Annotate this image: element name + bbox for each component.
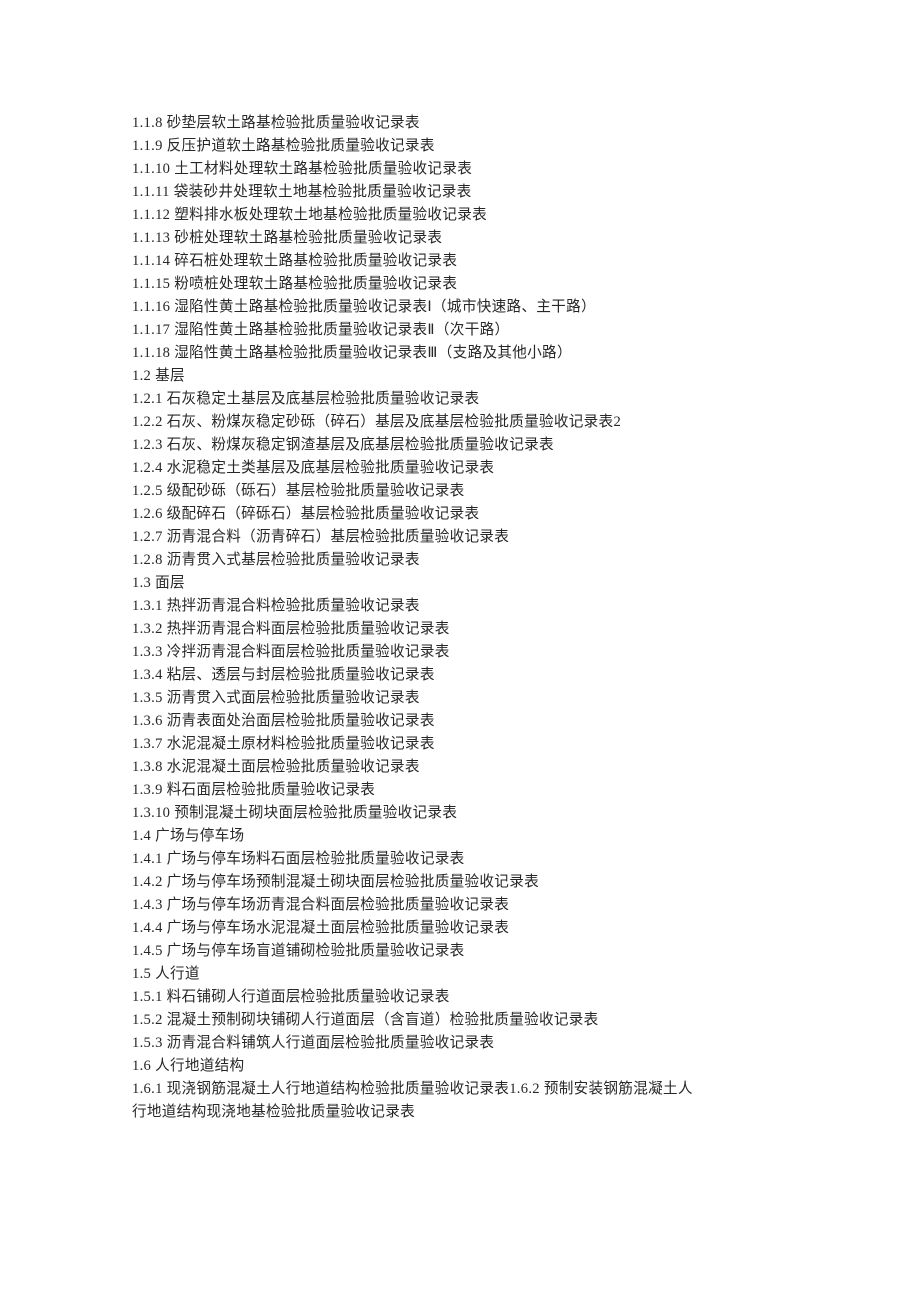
toc-line: 1.3.4 粘层、透层与封层检验批质量验收记录表 xyxy=(132,664,800,687)
toc-line: 1.4.4 广场与停车场水泥混凝土面层检验批质量验收记录表 xyxy=(132,917,800,940)
toc-line: 1.3.9 料石面层检验批质量验收记录表 xyxy=(132,779,800,802)
toc-line: 1.1.11 袋装砂井处理软土地基检验批质量验收记录表 xyxy=(132,181,800,204)
toc-line: 1.4.3 广场与停车场沥青混合料面层检验批质量验收记录表 xyxy=(132,894,800,917)
toc-line: 1.3.5 沥青贯入式面层检验批质量验收记录表 xyxy=(132,687,800,710)
toc-line: 1.4.1 广场与停车场料石面层检验批质量验收记录表 xyxy=(132,848,800,871)
toc-line: 1.5.1 料石铺砌人行道面层检验批质量验收记录表 xyxy=(132,986,800,1009)
toc-line: 1.3.3 冷拌沥青混合料面层检验批质量验收记录表 xyxy=(132,641,800,664)
toc-line: 1.1.13 砂桩处理软土路基检验批质量验收记录表 xyxy=(132,227,800,250)
toc-line: 1.2.7 沥青混合料（沥青碎石）基层检验批质量验收记录表 xyxy=(132,526,800,549)
toc-line: 1.3.2 热拌沥青混合料面层检验批质量验收记录表 xyxy=(132,618,800,641)
toc-line: 1.1.10 土工材料处理软土路基检验批质量验收记录表 xyxy=(132,158,800,181)
toc-line: 1.2.8 沥青贯入式基层检验批质量验收记录表 xyxy=(132,549,800,572)
toc-line: 1.6.1 现浇钢筋混凝土人行地道结构检验批质量验收记录表1.6.2 预制安装钢… xyxy=(132,1078,800,1101)
toc-line: 1.3.6 沥青表面处治面层检验批质量验收记录表 xyxy=(132,710,800,733)
toc-line: 1.1.9 反压护道软土路基检验批质量验收记录表 xyxy=(132,135,800,158)
toc-line: 1.4.2 广场与停车场预制混凝土砌块面层检验批质量验收记录表 xyxy=(132,871,800,894)
toc-line: 1.1.14 碎石桩处理软土路基检验批质量验收记录表 xyxy=(132,250,800,273)
toc-line: 1.3.7 水泥混凝土原材料检验批质量验收记录表 xyxy=(132,733,800,756)
toc-line: 行地道结构现浇地基检验批质量验收记录表 xyxy=(132,1101,800,1124)
toc-line: 1.3.8 水泥混凝土面层检验批质量验收记录表 xyxy=(132,756,800,779)
toc-line: 1.2.1 石灰稳定土基层及底基层检验批质量验收记录表 xyxy=(132,388,800,411)
toc-line: 1.3.10 预制混凝土砌块面层检验批质量验收记录表 xyxy=(132,802,800,825)
toc-line: 1.6 人行地道结构 xyxy=(132,1055,800,1078)
toc-line: 1.5 人行道 xyxy=(132,963,800,986)
toc-line: 1.1.8 砂垫层软土路基检验批质量验收记录表 xyxy=(132,112,800,135)
toc-line: 1.1.16 湿陷性黄土路基检验批质量验收记录表Ⅰ（城市快速路、主干路） xyxy=(132,296,800,319)
toc-line: 1.1.18 湿陷性黄土路基检验批质量验收记录表Ⅲ（支路及其他小路） xyxy=(132,342,800,365)
toc-line: 1.3 面层 xyxy=(132,572,800,595)
toc-line: 1.1.17 湿陷性黄土路基检验批质量验收记录表Ⅱ（次干路） xyxy=(132,319,800,342)
document-body: 1.1.8 砂垫层软土路基检验批质量验收记录表1.1.9 反压护道软土路基检验批… xyxy=(132,112,800,1124)
toc-line: 1.5.2 混凝土预制砌块铺砌人行道面层（含盲道）检验批质量验收记录表 xyxy=(132,1009,800,1032)
toc-line: 1.3.1 热拌沥青混合料检验批质量验收记录表 xyxy=(132,595,800,618)
toc-line: 1.2.4 水泥稳定土类基层及底基层检验批质量验收记录表 xyxy=(132,457,800,480)
toc-line: 1.5.3 沥青混合料铺筑人行道面层检验批质量验收记录表 xyxy=(132,1032,800,1055)
toc-line: 1.4 广场与停车场 xyxy=(132,825,800,848)
toc-line: 1.2.3 石灰、粉煤灰稳定钢渣基层及底基层检验批质量验收记录表 xyxy=(132,434,800,457)
document-page: 1.1.8 砂垫层软土路基检验批质量验收记录表1.1.9 反压护道软土路基检验批… xyxy=(0,0,920,1302)
toc-line: 1.1.15 粉喷桩处理软土路基检验批质量验收记录表 xyxy=(132,273,800,296)
toc-line: 1.2.5 级配砂砾（砾石）基层检验批质量验收记录表 xyxy=(132,480,800,503)
toc-line: 1.2.6 级配碎石（碎砾石）基层检验批质量验收记录表 xyxy=(132,503,800,526)
toc-line: 1.2 基层 xyxy=(132,365,800,388)
toc-line: 1.1.12 塑料排水板处理软土地基检验批质量验收记录表 xyxy=(132,204,800,227)
toc-line: 1.2.2 石灰、粉煤灰稳定砂砾（碎石）基层及底基层检验批质量验收记录表2 xyxy=(132,411,800,434)
toc-line: 1.4.5 广场与停车场盲道铺砌检验批质量验收记录表 xyxy=(132,940,800,963)
